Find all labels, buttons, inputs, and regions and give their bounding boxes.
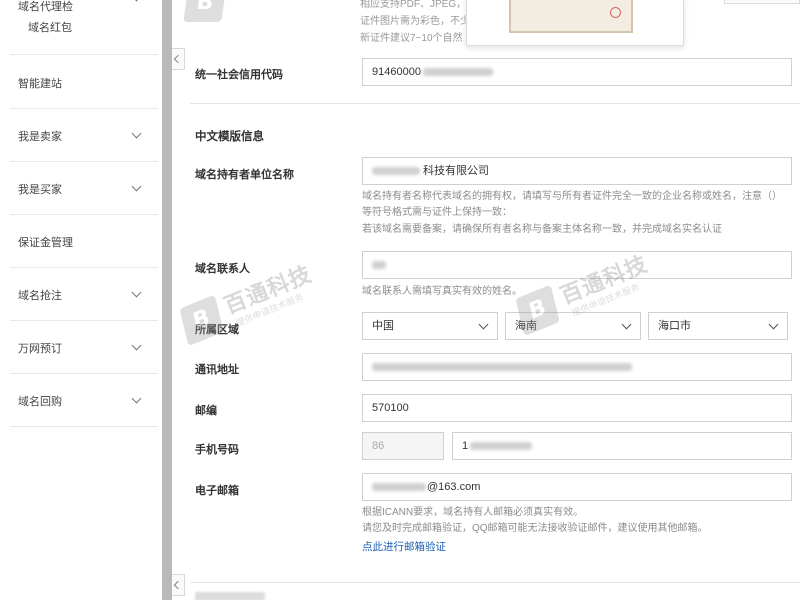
email-hint: 请您及时完成邮箱验证，QQ邮箱可能无法接收验证邮件，建议使用其他邮箱。 — [362, 523, 708, 534]
holder-hint: 若该域名需要备案，请确保所有者名称与备案主体名称一致，并完成域名实名认证 — [362, 224, 722, 235]
chevron-down-icon — [131, 128, 142, 138]
country-select[interactable]: 中国 — [362, 312, 498, 340]
sidebar-item-label: 保证金管理 — [18, 236, 73, 249]
email-label: 电子邮箱 — [195, 485, 239, 497]
redacted-text — [372, 363, 632, 372]
email-input[interactable]: @163.com — [362, 473, 792, 501]
chevron-left-icon — [173, 580, 183, 590]
redacted-text — [372, 167, 420, 176]
sidebar-item-domain-agent[interactable]: 域名代理检 域名红包 — [10, 0, 158, 55]
phone-label: 手机号码 — [195, 444, 239, 456]
chevron-left-icon — [173, 54, 183, 64]
certificate-preview[interactable] — [466, 0, 684, 46]
sidebar-item-label: 我是买家 — [18, 183, 62, 196]
chevron-down-icon — [131, 340, 142, 350]
chevron-down-icon — [131, 287, 142, 297]
upload-hint: 相应支持PDF、JPEG， — [360, 0, 467, 10]
upload-hint: 新证件建议7~10个自然 — [360, 33, 463, 44]
city-select[interactable]: 海口市 — [648, 312, 788, 340]
phone-country-code-input: 86 — [362, 432, 444, 460]
address-input[interactable] — [362, 353, 792, 381]
sidebar-item-label: 万网预订 — [18, 342, 62, 355]
sidebar-item-buyer[interactable]: 我是买家 — [10, 163, 158, 215]
chevron-down-icon — [131, 393, 142, 403]
sidebar-item-domain-snap[interactable]: 域名抢注 — [10, 269, 158, 321]
watermark: B — [183, 0, 316, 26]
sidebar-item-seller[interactable]: 我是卖家 — [10, 110, 158, 162]
sidebar-item-label: 域名抢注 — [18, 289, 62, 302]
province-select[interactable]: 海南 — [505, 312, 641, 340]
sidebar-item-domain-buyback[interactable]: 域名回购 — [10, 375, 158, 427]
seal-icon — [610, 7, 621, 18]
phone-number-input[interactable]: 1 — [452, 432, 792, 460]
next-section-title — [195, 592, 265, 600]
chevron-down-icon — [478, 319, 489, 330]
upload-hint: 证件图片需为彩色，不少 — [360, 16, 470, 27]
contact-hint: 域名联系人需填写真实有效的姓名。 — [362, 286, 522, 297]
holder-hint: 等符号格式需与证件上保持一致： — [362, 207, 512, 218]
address-label: 通讯地址 — [195, 364, 239, 376]
collapse-sidebar-button[interactable] — [172, 48, 185, 70]
credit-code-label: 统一社会信用代码 — [195, 69, 283, 81]
sidebar-item-label: 域名回购 — [18, 395, 62, 408]
postcode-label: 邮编 — [195, 405, 217, 417]
sidebar-item-wanwang-reserve[interactable]: 万网预订 — [10, 322, 158, 374]
credit-code-input[interactable]: 91460000 — [362, 58, 792, 86]
redacted-text — [470, 442, 533, 451]
holder-input[interactable]: 科技有限公司 — [362, 157, 792, 185]
sidebar-item-label: 我是卖家 — [18, 130, 62, 143]
redacted-text — [372, 483, 426, 492]
holder-hint: 域名持有者名称代表域名的拥有权，请填写与所有者证件完全一致的企业名称或姓名，注意… — [362, 191, 782, 202]
certificate-image — [509, 0, 633, 33]
sidebar-subitem-domain-redpacket[interactable]: 域名红包 — [28, 19, 72, 35]
chevron-down-icon — [768, 319, 779, 330]
sidebar-item-smart-site[interactable]: 智能建站 — [10, 57, 158, 109]
upload-button[interactable] — [724, 0, 800, 4]
holder-label: 域名持有者单位名称 — [195, 169, 294, 181]
region-label: 所属区域 — [195, 324, 239, 336]
chevron-down-icon — [131, 181, 142, 191]
watermark-logo: B — [183, 0, 227, 22]
chevron-down-icon — [131, 0, 142, 2]
collapse-sidebar-button[interactable] — [172, 574, 185, 596]
sidebar-item-label: 智能建站 — [18, 77, 62, 90]
section-divider — [190, 582, 800, 583]
redacted-text — [372, 261, 386, 270]
contact-input[interactable] — [362, 251, 792, 279]
sidebar-item-label: 域名代理检 — [18, 1, 73, 13]
contact-label: 域名联系人 — [195, 263, 250, 275]
sidebar: 域名代理检 域名红包 智能建站 我是卖家 我是买家 保证金管理 域名抢注 万网预… — [0, 0, 162, 600]
email-hint: 根据ICANN要求，域名持有人邮箱必须真实有效。 — [362, 507, 584, 518]
postcode-input[interactable]: 570100 — [362, 394, 792, 422]
redacted-text — [422, 68, 493, 77]
section-divider — [190, 103, 800, 104]
email-verify-link[interactable]: 点此进行邮箱验证 — [362, 539, 446, 554]
sidebar-item-deposit[interactable]: 保证金管理 — [10, 216, 158, 268]
chevron-down-icon — [621, 319, 632, 330]
sidebar-scroll-gutter[interactable] — [162, 0, 172, 600]
section-title: 中文模版信息 — [195, 131, 264, 143]
